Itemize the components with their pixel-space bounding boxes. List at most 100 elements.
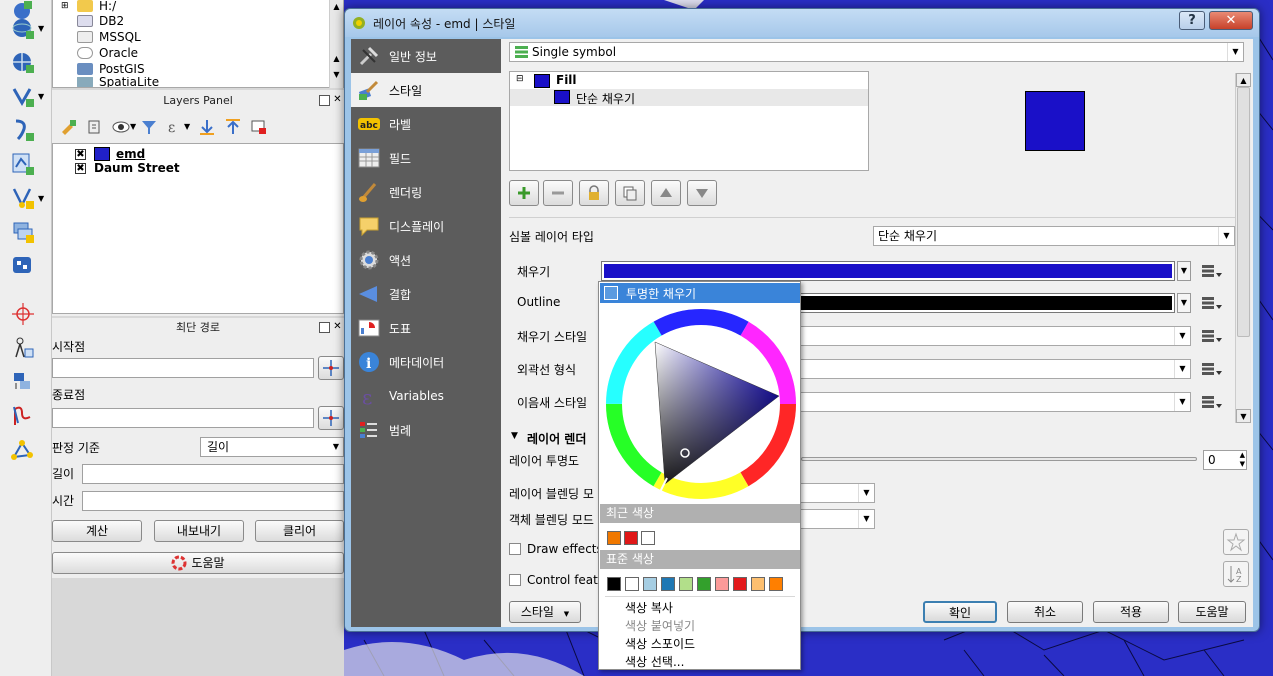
start-point-pick-button[interactable] bbox=[318, 356, 344, 380]
ok-button[interactable]: 확인 bbox=[923, 601, 997, 623]
end-point-pick-button[interactable] bbox=[318, 406, 344, 430]
style-manager-icon[interactable] bbox=[60, 118, 78, 136]
transparent-fill-option[interactable]: 투명한 채우기 bbox=[600, 283, 800, 303]
spin-down-icon[interactable]: ▼ bbox=[1240, 460, 1245, 469]
nav-item-joins[interactable]: 결합 bbox=[351, 277, 501, 311]
georeferencer-icon[interactable] bbox=[8, 334, 38, 362]
control-feature-order-checkbox[interactable]: Control featur bbox=[509, 573, 610, 587]
add-delimited-text-icon[interactable] bbox=[8, 116, 38, 144]
collapse-icon[interactable]: ⊟ bbox=[516, 74, 524, 84]
paste-color-item[interactable]: 색상 붙여넣기 bbox=[625, 617, 695, 634]
add-virtual-layer-icon[interactable] bbox=[8, 218, 38, 246]
tree-item-db2[interactable]: DB2 bbox=[77, 13, 124, 29]
effects-button[interactable] bbox=[1223, 529, 1249, 555]
symbol-root-label[interactable]: Fill bbox=[556, 73, 577, 87]
add-mssql-layer-icon[interactable] bbox=[8, 252, 38, 280]
chevron-down-icon[interactable]: ▼ bbox=[184, 122, 190, 131]
data-defined-override-icon[interactable] bbox=[1201, 328, 1223, 344]
standard-color-swatch[interactable] bbox=[751, 577, 765, 591]
calculate-button[interactable]: 계산 bbox=[52, 520, 142, 542]
standard-color-swatch[interactable] bbox=[643, 577, 657, 591]
tree-item-postgis[interactable]: PostGIS bbox=[77, 61, 145, 77]
standard-color-swatch[interactable] bbox=[625, 577, 639, 591]
start-point-input[interactable] bbox=[52, 358, 314, 378]
close-icon[interactable]: ✕ bbox=[332, 95, 343, 106]
standard-color-swatch[interactable] bbox=[679, 577, 693, 591]
standard-color-swatch[interactable] bbox=[769, 577, 783, 591]
apply-button[interactable]: 적용 bbox=[1093, 601, 1169, 623]
data-defined-override-icon[interactable] bbox=[1201, 295, 1223, 311]
collapse-section-icon[interactable]: ▼ bbox=[511, 431, 518, 441]
symbol-layer-row[interactable]: 단순 채우기 bbox=[510, 89, 868, 106]
new-shapefile-icon[interactable] bbox=[8, 150, 38, 178]
end-point-input[interactable] bbox=[52, 408, 314, 428]
lock-layer-button[interactable] bbox=[579, 180, 609, 206]
chevron-down-icon[interactable]: ▼ bbox=[38, 92, 48, 102]
crosshair-icon[interactable] bbox=[8, 300, 38, 328]
tree-item-drive[interactable]: ⊞ H:/ bbox=[61, 0, 116, 14]
add-wcs-layer-icon[interactable] bbox=[8, 48, 38, 76]
add-group-icon[interactable] bbox=[86, 118, 104, 136]
help-button[interactable]: 도움말 bbox=[52, 552, 344, 574]
cancel-button[interactable]: 취소 bbox=[1007, 601, 1083, 623]
tree-item-spatialite[interactable]: SpatiaLite bbox=[77, 77, 159, 87]
feature-order-button[interactable]: AZ bbox=[1223, 561, 1249, 587]
chevron-down-icon[interactable]: ▼ bbox=[38, 194, 48, 204]
scroll-thumb[interactable] bbox=[1237, 87, 1250, 337]
tree-scrollbar[interactable]: ▲ ▲ ▼ bbox=[329, 0, 343, 88]
feature-blend-select[interactable]: ▼ bbox=[795, 509, 875, 529]
shortest-path-icon[interactable] bbox=[8, 368, 38, 396]
symbol-layer-type-select[interactable]: 단순 채우기 ▼ bbox=[873, 226, 1235, 246]
style-menu-button[interactable]: 스타일 ▼ bbox=[509, 601, 581, 623]
scroll-down-icon[interactable]: ▼ bbox=[1236, 409, 1251, 423]
opacity-spinbox[interactable]: 0 ▲ ▼ bbox=[1203, 450, 1247, 470]
close-window-button[interactable]: ✕ bbox=[1209, 11, 1253, 30]
clear-button[interactable]: 클리어 bbox=[255, 520, 344, 542]
color-wheel[interactable] bbox=[603, 306, 799, 502]
expand-all-icon[interactable] bbox=[198, 118, 216, 136]
layer-visibility-checkbox[interactable]: ✖ bbox=[75, 162, 86, 174]
remove-layer-icon[interactable] bbox=[250, 118, 268, 136]
float-panel-icon[interactable] bbox=[319, 322, 330, 333]
layer-visibility-checkbox[interactable]: ✖ bbox=[75, 148, 86, 160]
fill-color-button[interactable] bbox=[601, 261, 1175, 281]
export-button[interactable]: 내보내기 bbox=[154, 520, 244, 542]
copy-color-item[interactable]: 색상 복사 bbox=[625, 599, 673, 616]
nav-item-display[interactable]: 디스플레이 bbox=[351, 209, 501, 243]
data-defined-override-icon[interactable] bbox=[1201, 263, 1223, 279]
layer-rendering-header[interactable]: 레이어 렌더 bbox=[527, 430, 586, 447]
layer-item-emd[interactable]: ✖ emd bbox=[75, 147, 145, 161]
filter-expression-icon[interactable]: ε bbox=[166, 118, 184, 136]
chevron-down-icon[interactable]: ▼ bbox=[38, 24, 48, 34]
nav-item-style[interactable]: 스타일 bbox=[351, 73, 501, 107]
draw-effects-checkbox[interactable]: Draw effects bbox=[509, 542, 603, 556]
outline-color-dropdown[interactable]: ▼ bbox=[1177, 293, 1191, 313]
route-icon[interactable] bbox=[8, 402, 38, 430]
collapse-all-icon[interactable] bbox=[224, 118, 242, 136]
content-scrollbar[interactable]: ▲ ▼ bbox=[1235, 73, 1251, 423]
scroll-up-icon[interactable]: ▲ bbox=[1236, 73, 1251, 87]
topology-checker-icon[interactable] bbox=[8, 436, 38, 464]
criterion-select[interactable]: 길이 ▼ bbox=[200, 437, 344, 457]
standard-color-swatch[interactable] bbox=[661, 577, 675, 591]
opacity-slider[interactable] bbox=[801, 457, 1197, 461]
filter-icon[interactable] bbox=[140, 118, 158, 136]
move-down-button[interactable] bbox=[687, 180, 717, 206]
add-symbol-layer-button[interactable] bbox=[509, 180, 539, 206]
nav-item-diagrams[interactable]: 도표 bbox=[351, 311, 501, 345]
move-up-button[interactable] bbox=[651, 180, 681, 206]
layer-blend-select[interactable]: ▼ bbox=[795, 483, 875, 503]
standard-color-swatch[interactable] bbox=[715, 577, 729, 591]
renderer-select[interactable]: Single symbol ▼ bbox=[509, 42, 1244, 62]
eye-icon[interactable] bbox=[112, 118, 130, 136]
spin-up-icon[interactable]: ▲ bbox=[1240, 451, 1245, 460]
nav-item-legend[interactable]: 범례 bbox=[351, 413, 501, 447]
data-defined-override-icon[interactable] bbox=[1201, 394, 1223, 410]
scroll-up-icon[interactable]: ▲ bbox=[330, 0, 343, 14]
recent-color-swatch[interactable] bbox=[641, 531, 655, 545]
pick-color-item[interactable]: 색상 스포이드 bbox=[625, 635, 695, 652]
recent-color-swatch[interactable] bbox=[624, 531, 638, 545]
nav-item-general[interactable]: 일반 정보 bbox=[351, 39, 501, 73]
duplicate-layer-button[interactable] bbox=[615, 180, 645, 206]
dialog-titlebar[interactable]: 레이어 속성 - emd | 스타일 ? ✕ bbox=[345, 9, 1259, 37]
